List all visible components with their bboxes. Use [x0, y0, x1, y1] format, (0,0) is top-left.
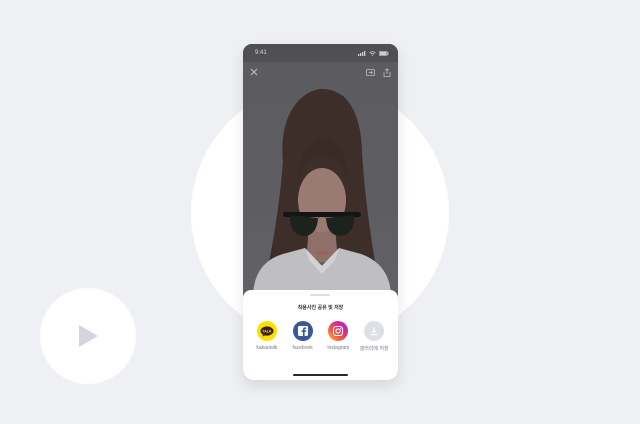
share-kakaotalk-button[interactable]: TALK kakaotalk	[250, 321, 284, 352]
compare-icon[interactable]	[366, 68, 375, 77]
kakaotalk-badge-text: TALK	[262, 329, 272, 333]
download-icon	[364, 321, 385, 341]
share-label: facebook	[292, 345, 313, 351]
battery-icon	[379, 50, 389, 56]
share-label: instagram	[327, 345, 350, 351]
kakaotalk-icon: TALK	[256, 321, 277, 341]
share-label: 갤러리에 저장	[359, 346, 389, 352]
share-facebook-button[interactable]: facebook	[286, 321, 320, 352]
save-to-gallery-button[interactable]: 갤러리에 저장	[357, 321, 391, 352]
phone-mockup: 9:41 착용사진 공유 및 저장 TALK kakaotalk faceboo…	[243, 44, 398, 380]
status-icons	[358, 50, 389, 56]
signal-icon	[358, 50, 366, 56]
share-icon[interactable]	[383, 67, 391, 77]
share-label: kakaotalk	[256, 345, 278, 351]
status-bar: 9:41	[243, 44, 398, 62]
facebook-icon	[292, 321, 313, 341]
share-options: TALK kakaotalk facebook instagram 갤러리에 저…	[243, 321, 398, 352]
play-button[interactable]	[40, 288, 136, 384]
woman-with-sunglasses-image	[253, 88, 391, 294]
try-on-photo	[243, 62, 398, 294]
share-sheet: 착용사진 공유 및 저장 TALK kakaotalk facebook ins…	[243, 290, 398, 380]
sheet-handle[interactable]	[310, 294, 330, 296]
close-icon[interactable]	[250, 68, 258, 76]
home-indicator	[293, 374, 348, 376]
viewer-top-bar	[243, 62, 398, 82]
share-instagram-button[interactable]: instagram	[321, 321, 355, 352]
status-time: 9:41	[255, 50, 267, 56]
wifi-icon	[369, 50, 376, 56]
share-sheet-title: 착용사진 공유 및 저장	[297, 305, 344, 311]
instagram-icon	[328, 321, 349, 341]
play-icon	[79, 325, 98, 347]
